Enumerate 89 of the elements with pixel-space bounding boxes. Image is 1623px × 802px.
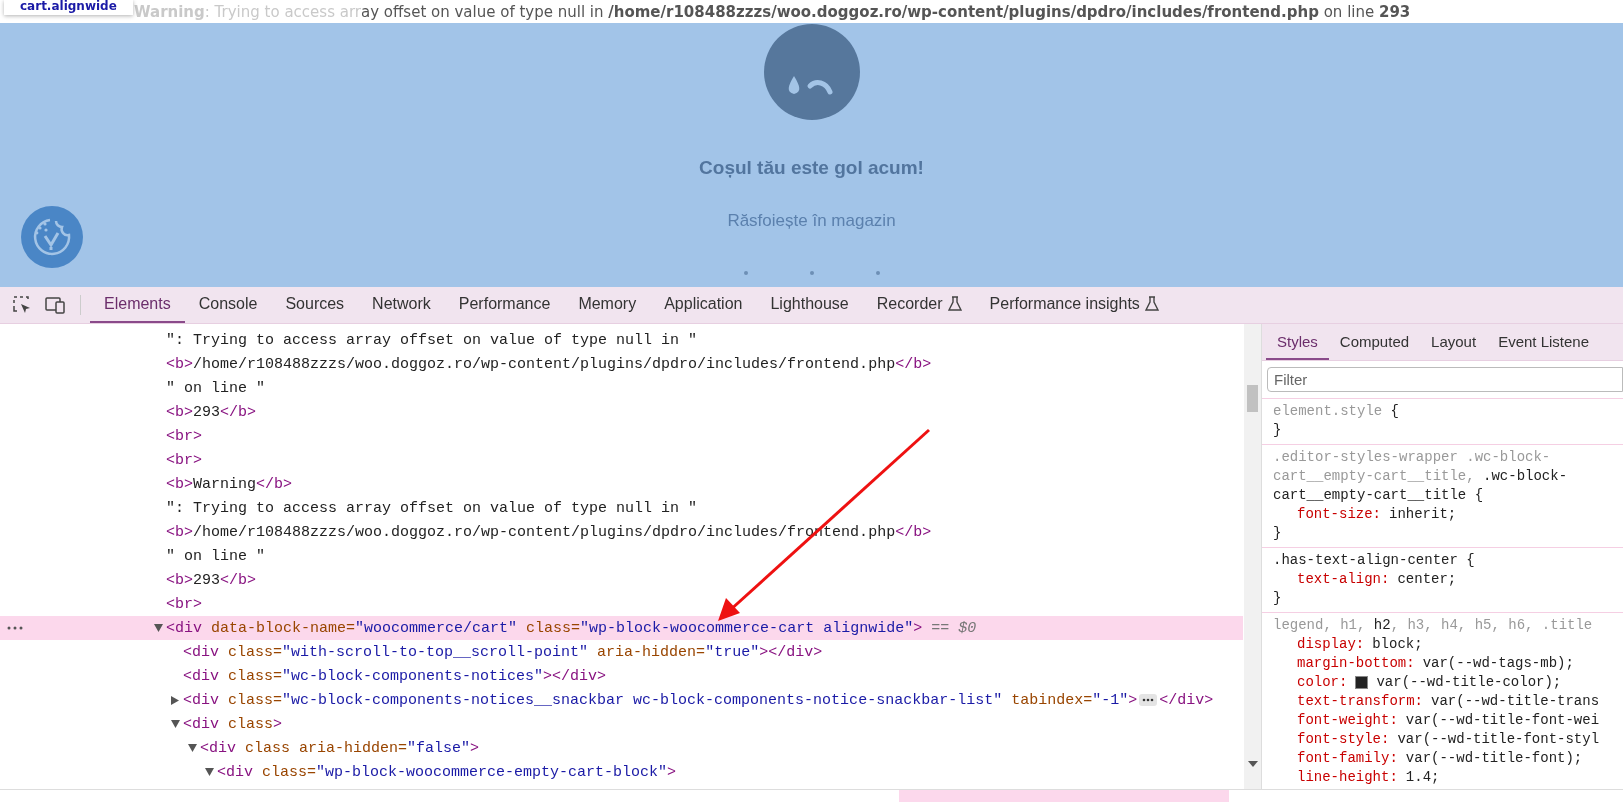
- device-toggle-icon[interactable]: [44, 295, 66, 315]
- scrollbar[interactable]: [1244, 324, 1261, 789]
- dom-tree-row[interactable]: <div data-block-name="woocommerce/cart" class="wp-block-woocommerce-cart alignwide"> == $0: [0, 616, 1243, 640]
- ellipsis-icon[interactable]: [1139, 694, 1158, 706]
- devtools-tab[interactable]: Memory: [564, 287, 651, 323]
- dom-node-line: <br>: [166, 595, 202, 613]
- css-property: font-family:: [1297, 749, 1398, 768]
- empty-cart-title: Coșul tău este gol acum!: [699, 157, 924, 179]
- css-brace: }: [1273, 421, 1283, 440]
- css-selector: h2: [1373, 617, 1391, 633]
- warning-message: ay offset on value of type null in /home/r108488zzzs/woo.doggoz.ro/wp-content/plugins/dpdro/includes/frontend.php on line 293: [361, 2, 1411, 21]
- css-property: display:: [1297, 635, 1365, 654]
- styles-tab[interactable]: Computed: [1328, 324, 1421, 360]
- flask-icon: [1144, 296, 1159, 312]
- css-selector: {: [1389, 403, 1400, 419]
- dom-node-line: " on line ": [166, 379, 266, 397]
- css-brace: }: [1273, 589, 1283, 608]
- css-property: text-align:: [1297, 570, 1390, 589]
- dom-node-line: <br>: [166, 427, 202, 445]
- css-value: var(--wd-title-font-wei: [1405, 711, 1600, 730]
- css-selector: .has-text-align-center {: [1273, 552, 1475, 568]
- styles-tab[interactable]: Layout: [1420, 324, 1488, 360]
- dom-node-line: <br>: [166, 451, 202, 469]
- dom-node-line: <div class="wp-block-woocommerce-empty-cart-block">: [217, 763, 677, 781]
- more-icon[interactable]: [6, 625, 24, 631]
- css-selector: legend, h1,: [1273, 617, 1367, 633]
- cookie-check-icon[interactable]: [20, 205, 84, 269]
- styles-tab[interactable]: Event Listene: [1487, 324, 1601, 360]
- css-property: font-weight:: [1297, 711, 1398, 730]
- css-value: var(--wd-title-trans: [1431, 692, 1600, 711]
- css-selector: cart__empty-cart__title {: [1273, 487, 1484, 503]
- css-property: text-transform:: [1297, 692, 1424, 711]
- css-selector: .editor-styles-wrapper .wc-block-: [1273, 449, 1551, 465]
- dot-icon: [809, 271, 814, 275]
- css-value: 1.4;: [1405, 768, 1440, 787]
- css-property: line-height:: [1297, 768, 1398, 787]
- dom-closing-tag: </div>: [1159, 691, 1214, 709]
- devtools-tab[interactable]: Sources: [271, 287, 359, 323]
- expanded-triangle-icon[interactable]: [205, 768, 214, 776]
- devtools-tab[interactable]: Performance insights: [975, 287, 1173, 323]
- css-selector: element.style: [1273, 403, 1383, 419]
- scrollbar-thumb[interactable]: [1247, 385, 1258, 412]
- devtools-tab[interactable]: Recorder: [862, 287, 976, 323]
- dom-node-line: <b>Warning</b>: [166, 475, 293, 493]
- dom-node-line: <b>/home/r108488zzzs/woo.doggoz.ro/wp-content/plugins/dpdro/includes/frontend.php</b>: [166, 355, 932, 373]
- dom-node-line: <div class="wc-block-components-notices__snackbar wc-block-components-notice-snackbar-list" tabindex="-1">: [183, 691, 1138, 709]
- css-property: font-size:: [1297, 505, 1381, 524]
- devtools-tab[interactable]: Console: [184, 287, 272, 323]
- css-selector: , h3, h4, h5, h6, .title: [1390, 617, 1593, 633]
- css-selector: .wc-block-: [1482, 468, 1568, 484]
- css-value: center;: [1397, 570, 1457, 589]
- dot-icon: [743, 271, 748, 275]
- expanded-triangle-icon[interactable]: [188, 744, 197, 752]
- css-brace: }: [1273, 524, 1283, 543]
- css-value: var(--wd-title-font);: [1405, 749, 1583, 768]
- devtools-tab[interactable]: Application: [650, 287, 757, 323]
- css-property: color:: [1297, 673, 1348, 692]
- dom-node-line: <div class>: [183, 715, 283, 733]
- dom-node-line: <div class="with-scroll-to-top__scroll-point" aria-hidden="true"></div>: [183, 643, 823, 661]
- dom-node-line: ": Trying to access array offset on value of type null in ": [166, 499, 698, 517]
- css-value: var(--wd-title-color);: [1376, 673, 1562, 692]
- filter-field[interactable]: Filter: [1267, 367, 1623, 392]
- devtools-tab[interactable]: Performance: [444, 287, 565, 323]
- flask-icon: [947, 296, 962, 312]
- css-value: var(--wd-title-font-styl: [1397, 730, 1600, 749]
- css-property: font-style:: [1297, 730, 1390, 749]
- expanded-triangle-icon[interactable]: [154, 624, 163, 632]
- devtools-tab[interactable]: Lighthouse: [756, 287, 863, 323]
- styles-tab[interactable]: Styles: [1266, 324, 1329, 360]
- scroll-down-icon[interactable]: [1248, 761, 1258, 767]
- dom-node-line: ": Trying to access array offset on value of type null in ": [166, 331, 698, 349]
- css-value: block;: [1372, 635, 1423, 654]
- dom-node-line: <b>293</b>: [166, 571, 257, 589]
- css-property: margin-bottom:: [1297, 654, 1415, 673]
- collapsed-triangle-icon[interactable]: [171, 695, 179, 705]
- css-value: inherit;: [1389, 505, 1457, 524]
- dom-node-line: <b>293</b>: [166, 403, 257, 421]
- color-swatch[interactable]: [1355, 676, 1369, 689]
- dom-node-line: <div class aria-hidden="false">: [200, 739, 480, 757]
- dot-icon: [875, 271, 880, 275]
- dom-node-line: <div class="wc-block-components-notices"></div>: [183, 667, 607, 685]
- dom-node-line: <div data-block-name="woocommerce/cart" class="wp-block-woocommerce-cart alignwide"> == $0: [166, 619, 977, 637]
- css-selector: cart__empty-cart__title,: [1273, 468, 1475, 484]
- tooltip: cart.alignwide: [4, 0, 133, 15]
- inspect-icon[interactable]: [12, 295, 32, 315]
- expanded-triangle-icon[interactable]: [171, 720, 180, 728]
- devtools-tab[interactable]: Network: [358, 287, 445, 323]
- dom-node-line: " on line ": [166, 547, 266, 565]
- css-value: var(--wd-tags-mb);: [1422, 654, 1574, 673]
